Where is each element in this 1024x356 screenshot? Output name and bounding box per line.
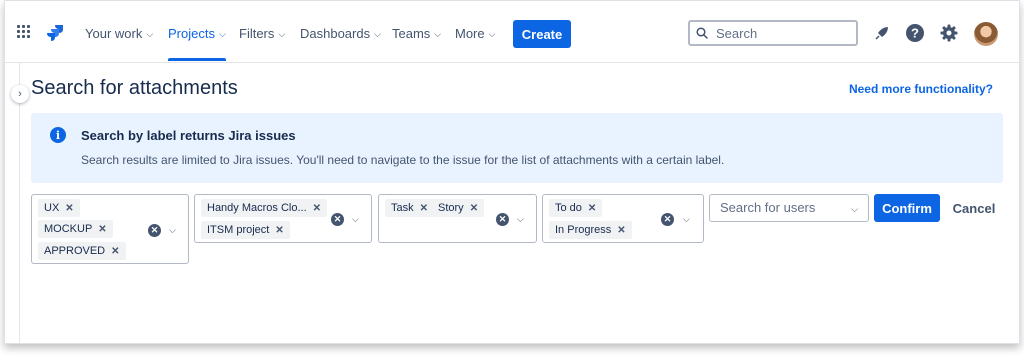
chevron-down-icon: ⌵	[218, 29, 226, 39]
help-icon[interactable]: ?	[904, 22, 926, 44]
create-button[interactable]: Create	[513, 20, 571, 48]
banner-title: Search by label returns Jira issues	[81, 128, 296, 143]
sidebar-divider	[19, 63, 20, 343]
projects-filter[interactable]: Handy Macros Clo... ✕ ITSM project ✕ ✕ ⌵	[194, 194, 372, 243]
clear-icon[interactable]: ✕	[661, 213, 674, 226]
chevron-down-icon: ⌵	[146, 29, 154, 39]
banner-text: Search results are limited to Jira issue…	[81, 153, 725, 167]
remove-tag-icon[interactable]: ✕	[588, 203, 596, 214]
remove-tag-icon[interactable]: ✕	[420, 203, 428, 214]
nav-projects-label: Projects	[168, 26, 215, 41]
users-select-placeholder: Search for users	[720, 200, 816, 215]
avatar[interactable]	[974, 22, 998, 46]
nav-your-work-label: Your work	[85, 26, 143, 41]
nav-teams-label: Teams	[392, 26, 431, 41]
info-icon: i	[50, 127, 66, 143]
app-switcher-icon[interactable]	[17, 25, 31, 39]
remove-tag-icon[interactable]: ✕	[313, 203, 321, 214]
type-tag: Task ✕	[385, 199, 435, 217]
remove-tag-icon[interactable]: ✕	[617, 225, 625, 236]
label-tag: APPROVED ✕	[38, 242, 126, 260]
page-title: Search for attachments	[31, 77, 238, 99]
nav-filters-label: Filters	[239, 26, 275, 41]
nav-your-work[interactable]: Your work ⌵	[85, 26, 153, 41]
tag-label: APPROVED	[44, 245, 106, 257]
nav-more-label: More	[455, 26, 485, 41]
info-banner: i Search by label returns Jira issues Se…	[31, 113, 1003, 183]
clear-icon[interactable]: ✕	[148, 224, 161, 237]
notifications-icon[interactable]	[871, 22, 893, 44]
nav-projects[interactable]: Projects ⌵	[168, 26, 226, 61]
search-input[interactable]	[714, 24, 848, 42]
nav-teams[interactable]: Teams ⌵	[392, 26, 441, 41]
status-filter[interactable]: To do ✕ In Progress ✕ ✕ ⌵	[542, 194, 704, 243]
tag-label: ITSM project	[207, 224, 270, 236]
need-more-functionality-link[interactable]: Need more functionality?	[849, 82, 993, 96]
tag-label: In Progress	[555, 224, 612, 236]
tag-label: Handy Macros Clo...	[207, 202, 307, 214]
chevron-down-icon[interactable]: ⌵	[517, 214, 524, 225]
nav-filters[interactable]: Filters ⌵	[239, 26, 285, 41]
issue-types-filter[interactable]: Task ✕ Story ✕ ✕ ⌵	[378, 194, 537, 243]
chevron-down-icon: ⌵	[278, 29, 286, 39]
status-tag: In Progress ✕	[549, 221, 632, 239]
remove-tag-icon[interactable]: ✕	[98, 224, 106, 235]
chevron-down-icon[interactable]: ⌵	[352, 214, 359, 225]
project-tag: Handy Macros Clo... ✕	[201, 199, 328, 217]
labels-filter[interactable]: UX ✕ MOCKUP ✕ APPROVED ✕ ✕ ⌵	[31, 194, 189, 264]
tag-label: UX	[44, 202, 60, 214]
tag-label: MOCKUP	[44, 223, 93, 235]
nav-dashboards-label: Dashboards	[300, 26, 371, 41]
sidebar-expand-icon[interactable]: ›	[11, 85, 29, 103]
type-tag: Story ✕	[432, 199, 485, 217]
search-box[interactable]	[688, 20, 858, 46]
remove-tag-icon[interactable]: ✕	[65, 203, 73, 214]
label-tag: UX ✕	[38, 199, 80, 217]
clear-icon[interactable]: ✕	[331, 213, 344, 226]
chevron-down-icon: ⌵	[488, 29, 496, 39]
cancel-button[interactable]: Cancel	[945, 194, 1003, 222]
chevron-down-icon[interactable]: ⌵	[169, 225, 176, 236]
confirm-button[interactable]: Confirm	[874, 194, 940, 222]
remove-tag-icon[interactable]: ✕	[111, 246, 119, 257]
chevron-down-icon: ⌵	[374, 29, 381, 39]
settings-icon[interactable]	[938, 22, 960, 44]
label-tag: MOCKUP ✕	[38, 220, 113, 238]
chevron-down-icon: ⌵	[434, 29, 442, 39]
status-tag: To do ✕	[549, 199, 603, 217]
users-select[interactable]: Search for users ⌵	[709, 194, 869, 222]
search-icon	[696, 27, 708, 39]
nav-dashboards[interactable]: Dashboards ⌵	[300, 26, 381, 41]
chevron-down-icon[interactable]: ⌵	[851, 196, 858, 222]
nav-more[interactable]: More ⌵	[455, 26, 495, 41]
remove-tag-icon[interactable]: ✕	[470, 203, 478, 214]
app-window: Your work ⌵ Projects ⌵ Filters ⌵ Dashboards…	[4, 0, 1020, 344]
tag-label: Task	[391, 202, 414, 214]
clear-icon[interactable]: ✕	[496, 213, 509, 226]
top-nav: Your work ⌵ Projects ⌵ Filters ⌵ Dashboards…	[5, 1, 1019, 63]
tag-label: Story	[438, 202, 464, 214]
jira-logo-icon[interactable]	[45, 23, 65, 43]
project-tag: ITSM project ✕	[201, 221, 290, 239]
tag-label: To do	[555, 202, 582, 214]
remove-tag-icon[interactable]: ✕	[275, 225, 283, 236]
svg-text:?: ?	[911, 26, 919, 41]
chevron-down-icon[interactable]: ⌵	[683, 214, 690, 225]
